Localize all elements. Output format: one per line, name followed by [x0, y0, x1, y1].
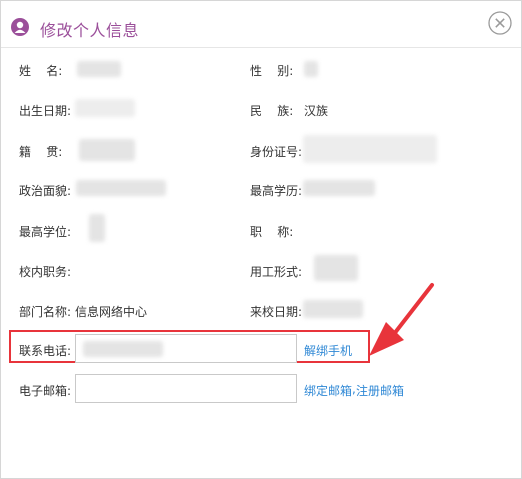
employment-form-value-redacted: [314, 255, 358, 281]
degree-value-redacted: [89, 214, 105, 242]
id-number-label: 身份证号:: [250, 145, 303, 159]
name-value-redacted: [77, 61, 121, 77]
title-label: 职 称:: [250, 225, 294, 239]
edit-profile-dialog: 修改个人信息 姓 名: 性 别: 出生日期: 民 族: 汉族 籍 贯: 身份证号…: [0, 0, 522, 479]
native-place-value-redacted: [79, 139, 135, 161]
department-value: 信息网络中心: [75, 305, 148, 319]
birthdate-label: 出生日期:: [19, 104, 72, 118]
join-date-label: 来校日期:: [250, 305, 303, 319]
education-value-redacted: [303, 180, 375, 196]
join-date-value-redacted: [303, 300, 363, 318]
phone-value-redacted: [83, 341, 163, 357]
employment-form-label: 用工形式:: [250, 265, 303, 279]
education-label: 最高学历:: [250, 184, 303, 198]
unbind-phone-link[interactable]: 解绑手机: [304, 342, 352, 359]
birthdate-value-redacted: [75, 99, 135, 117]
email-label: 电子邮箱:: [19, 384, 72, 398]
gender-label: 性 别:: [250, 64, 294, 78]
political-status-value-redacted: [76, 180, 166, 196]
id-number-value-redacted: [303, 135, 437, 163]
email-input[interactable]: [75, 374, 297, 403]
department-label: 部门名称:: [19, 305, 72, 319]
ethnicity-value: 汉族: [304, 104, 329, 118]
bind-email-link[interactable]: 绑定邮箱: [304, 382, 352, 399]
gender-value-redacted: [304, 61, 318, 77]
close-circle-icon[interactable]: [488, 11, 512, 35]
degree-label: 最高学位:: [19, 225, 72, 239]
political-status-label: 政治面貌:: [19, 184, 72, 198]
native-place-label: 籍 贯:: [19, 145, 63, 159]
phone-label: 联系电话:: [19, 344, 72, 358]
register-email-link[interactable]: 注册邮箱: [356, 382, 404, 399]
campus-position-label: 校内职务:: [19, 265, 72, 279]
ethnicity-label: 民 族:: [250, 104, 294, 118]
user-icon: [11, 18, 29, 36]
name-label: 姓 名:: [19, 64, 63, 78]
dialog-title: 修改个人信息: [40, 21, 140, 40]
dialog-header: 修改个人信息: [1, 1, 521, 48]
